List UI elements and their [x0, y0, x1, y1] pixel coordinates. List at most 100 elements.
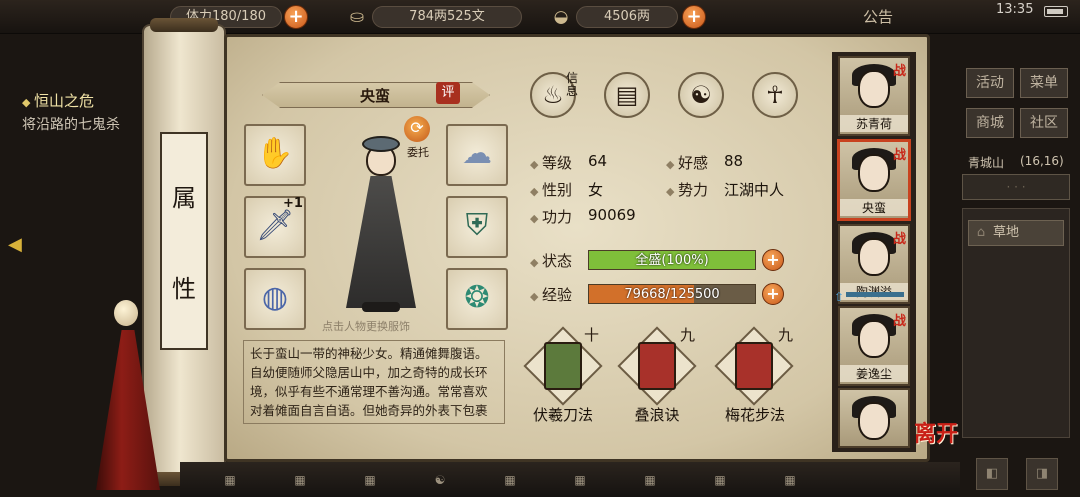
skill-3-level: 九 — [778, 326, 794, 344]
location-name: 青城山 — [968, 156, 1005, 170]
figure-feet — [362, 302, 400, 312]
tassel-bead-icon — [114, 300, 138, 326]
time-indicator: · · · — [962, 174, 1070, 200]
party-member-4[interactable]: 战 姜逸尘 — [838, 306, 910, 386]
battle-mark-icon: 战 — [892, 148, 906, 163]
dock-item-8[interactable]: ▦ — [690, 464, 750, 497]
dock-item-7[interactable]: ▦ — [620, 464, 680, 497]
armor-slot[interactable]: ⛨ — [446, 196, 508, 258]
party-member-5[interactable] — [838, 388, 910, 448]
dock-item-4[interactable]: ☯ — [410, 464, 470, 497]
tab-meridians[interactable]: ☥ — [752, 72, 798, 118]
exp-label: 经验 — [530, 284, 572, 305]
faction-label: 势力 — [666, 179, 708, 200]
party-member-name: 苏青荷 — [840, 115, 908, 132]
battery-icon — [1044, 6, 1068, 17]
exp-bar-text: 79668/125500 — [624, 287, 720, 302]
scroll-cap-top — [150, 18, 218, 32]
party-member-name: 姜逸尘 — [840, 365, 908, 382]
rate-button[interactable]: 评 — [436, 82, 460, 104]
stamina-plus-button[interactable]: + — [284, 5, 308, 29]
attributes-tab-label: 属 性 — [160, 132, 208, 350]
menu-button[interactable]: 菜单 — [1020, 68, 1068, 98]
scroll-map-icon: ▤ — [615, 81, 639, 109]
dock-item-5[interactable]: ▦ — [480, 464, 540, 497]
power-value: 90069 — [588, 206, 636, 224]
quest-tracker[interactable]: 恒山之危 将沿路的七鬼杀 — [22, 90, 152, 135]
gold-plus-button[interactable]: + — [682, 5, 706, 29]
quest-description: 将沿路的七鬼杀 — [22, 117, 120, 133]
activity-button[interactable]: 活动 — [966, 68, 1014, 98]
community-button[interactable]: 社区 — [1020, 108, 1068, 138]
gender-value: 女 — [588, 181, 604, 199]
accessory-slot[interactable]: ❂ — [446, 268, 508, 330]
grass-icon: ⌂ — [976, 225, 986, 240]
dock-item-1[interactable]: ▦ — [200, 464, 260, 497]
tab-relations[interactable]: ▤ — [604, 72, 650, 118]
avatar — [858, 238, 890, 276]
party-member-name: 央蛮 — [840, 199, 908, 216]
green-manual-icon — [544, 342, 582, 390]
red-manual-icon — [638, 342, 676, 390]
collapse-arrow-icon[interactable]: ◀ — [8, 234, 26, 258]
skill-2-level: 九 — [680, 326, 696, 344]
avatar — [858, 154, 890, 192]
skill-2-name: 叠浪诀 — [634, 406, 680, 424]
figure-headdress — [362, 136, 400, 152]
status-plus-button[interactable]: + — [762, 249, 784, 271]
change-outfit-hint: 点击人物更换服饰 — [322, 320, 410, 333]
quest-title: 恒山之危 — [22, 90, 152, 111]
character-name: 央蛮 — [359, 87, 390, 105]
dock-item-6[interactable]: ▦ — [550, 464, 610, 497]
favor-label: 好感 — [666, 152, 708, 173]
terrain-label: 草地 — [993, 225, 1020, 240]
hat-lantern-icon: ♨ — [542, 81, 564, 109]
ring-slot[interactable]: ◍ — [244, 268, 306, 330]
dagger-icon: 🗡 — [255, 208, 295, 243]
gold-ingot-icon: ◒ — [553, 7, 569, 27]
battle-mark-icon: 战 — [892, 64, 906, 79]
dock-item-3[interactable]: ▦ — [340, 464, 400, 497]
gloves-icon: ✋ — [256, 136, 294, 171]
character-biography: 长于蛮山一带的神秘少女。精通傩舞腹语。自幼便随师父隐居山中，加之奇特的成长环境，… — [243, 340, 505, 424]
leave-button[interactable]: 离开 — [914, 416, 962, 460]
gender-label: 性别 — [530, 179, 572, 200]
coin-icon: ⛀ — [349, 7, 365, 27]
party-member-1[interactable]: 战 苏青荷 — [838, 56, 910, 136]
tab-info-label: 信息 — [566, 71, 579, 98]
skill-1-name: 伏羲刀法 — [532, 406, 593, 424]
favor-value: 88 — [724, 152, 744, 170]
terrain-button[interactable]: ⌂ 草地 — [968, 220, 1064, 246]
corner-button-left[interactable]: ◧ — [976, 458, 1008, 490]
yin-yang-icon: ☯ — [690, 81, 712, 109]
headwear-slot[interactable]: ☁ — [446, 124, 508, 186]
body-figure-icon: ☥ — [766, 81, 784, 109]
red-manual-icon — [735, 342, 773, 390]
dock-item-2[interactable]: ▦ — [270, 464, 330, 497]
avatar — [858, 320, 890, 358]
shop-button[interactable]: 商城 — [966, 108, 1014, 138]
figure-robe — [346, 176, 416, 308]
member-progress-bar — [846, 292, 904, 297]
scroll-label-char-1: 属 — [172, 184, 196, 212]
jade-pendant-icon: ❂ — [464, 280, 490, 315]
gloves-slot[interactable]: ✋ — [244, 124, 306, 186]
upgrade-arrow-icon: ⇧ — [834, 290, 845, 304]
character-portrait[interactable] — [332, 136, 432, 314]
battle-mark-icon: 战 — [892, 314, 906, 329]
notice-button[interactable]: 公告 — [850, 4, 906, 30]
status-bar-text: 全盛(100%) — [635, 253, 709, 268]
party-member-2[interactable]: 战 央蛮 — [838, 140, 910, 220]
corner-button-right[interactable]: ◨ — [1026, 458, 1058, 490]
faction-value: 江湖中人 — [724, 181, 785, 199]
skill-3-name: 梅花步法 — [724, 406, 785, 424]
tab-bagua[interactable]: ☯ — [678, 72, 724, 118]
avatar — [858, 70, 890, 108]
armor-icon: ⛨ — [465, 208, 489, 243]
weapon-enhance-level: +1 — [283, 196, 303, 211]
level-value: 64 — [588, 152, 608, 170]
exp-plus-button[interactable]: + — [762, 283, 784, 305]
dock-item-9[interactable]: ▦ — [760, 464, 820, 497]
level-label: 等级 — [530, 152, 572, 173]
clock: 13:35 — [996, 2, 1034, 17]
